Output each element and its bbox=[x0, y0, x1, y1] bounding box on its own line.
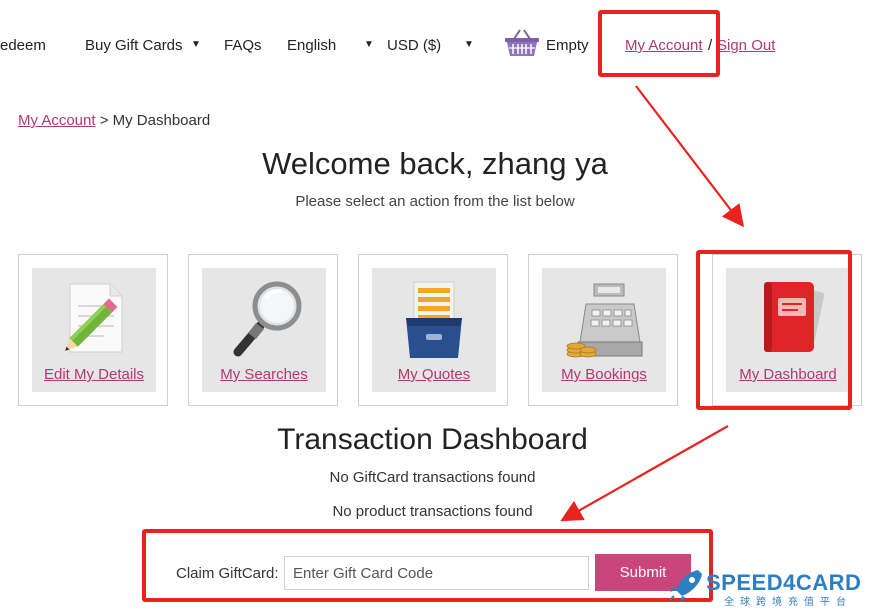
transaction-dashboard-title: Transaction Dashboard bbox=[277, 423, 588, 456]
chevron-down-icon[interactable]: ▼ bbox=[191, 39, 201, 50]
annotation-box-claim bbox=[142, 529, 713, 602]
breadcrumb-my-account[interactable]: My Account bbox=[18, 112, 96, 129]
tile-panel[interactable]: My Searches bbox=[202, 268, 326, 392]
cash-register-icon bbox=[566, 283, 643, 358]
tile-label-my-searches[interactable]: My Searches bbox=[202, 366, 326, 383]
tile-edit-my-details[interactable]: Edit My Details bbox=[18, 254, 168, 406]
page-title: Welcome back, zhang ya bbox=[262, 146, 608, 181]
tile-my-bookings[interactable]: My Bookings bbox=[528, 254, 678, 406]
page-subtitle: Please select an action from the list be… bbox=[295, 193, 575, 210]
language-select[interactable]: English bbox=[287, 37, 336, 54]
tile-label-edit-my-details[interactable]: Edit My Details bbox=[32, 366, 156, 383]
tile-label-my-bookings[interactable]: My Bookings bbox=[542, 366, 666, 383]
chevron-down-icon[interactable]: ▼ bbox=[464, 39, 474, 50]
currency-select[interactable]: USD ($) bbox=[387, 37, 441, 54]
no-giftcard-transactions: No GiftCard transactions found bbox=[329, 469, 536, 486]
top-nav: edeem Buy Gift Cards ▼ FAQs English ▼ US… bbox=[0, 0, 870, 90]
annotation-box-my-dashboard bbox=[696, 250, 852, 410]
magnifier-icon bbox=[233, 281, 302, 357]
tile-my-searches[interactable]: My Searches bbox=[188, 254, 338, 406]
edit-pencil-icon bbox=[65, 283, 123, 353]
nav-buy-gift-cards[interactable]: Buy Gift Cards bbox=[85, 37, 183, 54]
file-drawer-icon bbox=[406, 281, 462, 358]
chevron-down-icon[interactable]: ▼ bbox=[364, 39, 374, 50]
tile-my-quotes[interactable]: My Quotes bbox=[358, 254, 508, 406]
tile-panel[interactable]: My Bookings bbox=[542, 268, 666, 392]
tile-panel[interactable]: Edit My Details bbox=[32, 268, 156, 392]
tile-panel[interactable]: My Quotes bbox=[372, 268, 496, 392]
tile-label-my-quotes[interactable]: My Quotes bbox=[372, 366, 496, 383]
cart-status[interactable]: Empty bbox=[546, 37, 589, 54]
annotation-box-my-account bbox=[598, 10, 720, 77]
sign-out-link[interactable]: Sign Out bbox=[717, 37, 775, 54]
breadcrumb: My Account > My Dashboard bbox=[18, 112, 210, 129]
nav-faqs[interactable]: FAQs bbox=[224, 37, 262, 54]
no-product-transactions: No product transactions found bbox=[332, 503, 533, 520]
basket-icon[interactable] bbox=[504, 28, 540, 58]
watermark: SPEED4CARD 全球跨境充值平台 bbox=[664, 568, 870, 609]
nav-redeem[interactable]: edeem bbox=[0, 37, 46, 54]
rocket-logo-icon bbox=[669, 570, 702, 602]
watermark-subtitle: 全球跨境充值平台 bbox=[724, 597, 852, 608]
breadcrumb-current: > My Dashboard bbox=[95, 112, 211, 129]
